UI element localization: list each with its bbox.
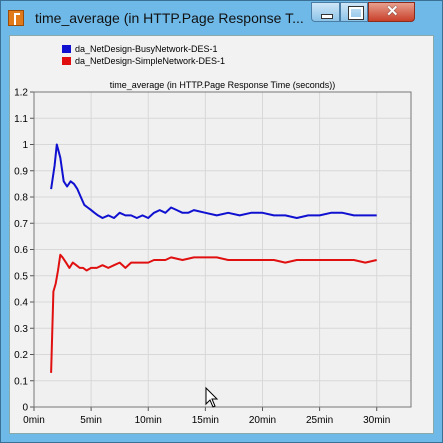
y-tick-label: 0.2 — [14, 350, 28, 361]
x-tick-label: 5min — [80, 415, 102, 426]
y-tick-label: 1 — [22, 140, 28, 151]
close-button[interactable]: ✕ — [368, 2, 415, 22]
y-tick-label: 0.9 — [14, 166, 28, 177]
y-tick-label: 0.7 — [14, 219, 28, 230]
y-tick-label: 0.5 — [14, 271, 28, 282]
x-tick-label: 0min — [23, 415, 45, 426]
close-icon: ✕ — [386, 3, 399, 20]
x-tick-label: 20min — [249, 415, 276, 426]
x-tick-label: 30min — [363, 415, 390, 426]
y-tick-label: 0.6 — [14, 245, 28, 256]
chart-window: time_average (in HTTP.Page Response T...… — [0, 0, 443, 443]
minimize-button[interactable] — [311, 2, 340, 22]
maximize-icon — [348, 6, 364, 20]
chart-panel: da_NetDesign-BusyNetwork-DES-1 da_NetDes… — [9, 35, 434, 434]
y-tick-label: 0 — [22, 403, 28, 414]
y-tick-label: 0.8 — [14, 193, 28, 204]
maximize-button[interactable] — [340, 2, 368, 22]
app-icon[interactable] — [8, 10, 24, 26]
chart-svg: 0min 5min 10min 15min 20min 25min 30min 0 0.1 0.2… — [14, 88, 412, 426]
y-tick-label: 0.3 — [14, 324, 28, 335]
x-tick-label: 15min — [192, 415, 219, 426]
y-tick-label: 1.2 — [14, 88, 28, 99]
y-tick-label: 0.4 — [14, 298, 28, 309]
x-tick-label: 25min — [306, 415, 333, 426]
window-title: time_average (in HTTP.Page Response T... — [35, 10, 303, 26]
x-tick-label: 10min — [135, 415, 162, 426]
y-tick-label: 0.1 — [14, 376, 28, 387]
y-tick-label: 1.1 — [14, 114, 28, 125]
minimize-icon — [321, 14, 333, 19]
title-bar[interactable]: time_average (in HTTP.Page Response T...… — [1, 1, 442, 35]
